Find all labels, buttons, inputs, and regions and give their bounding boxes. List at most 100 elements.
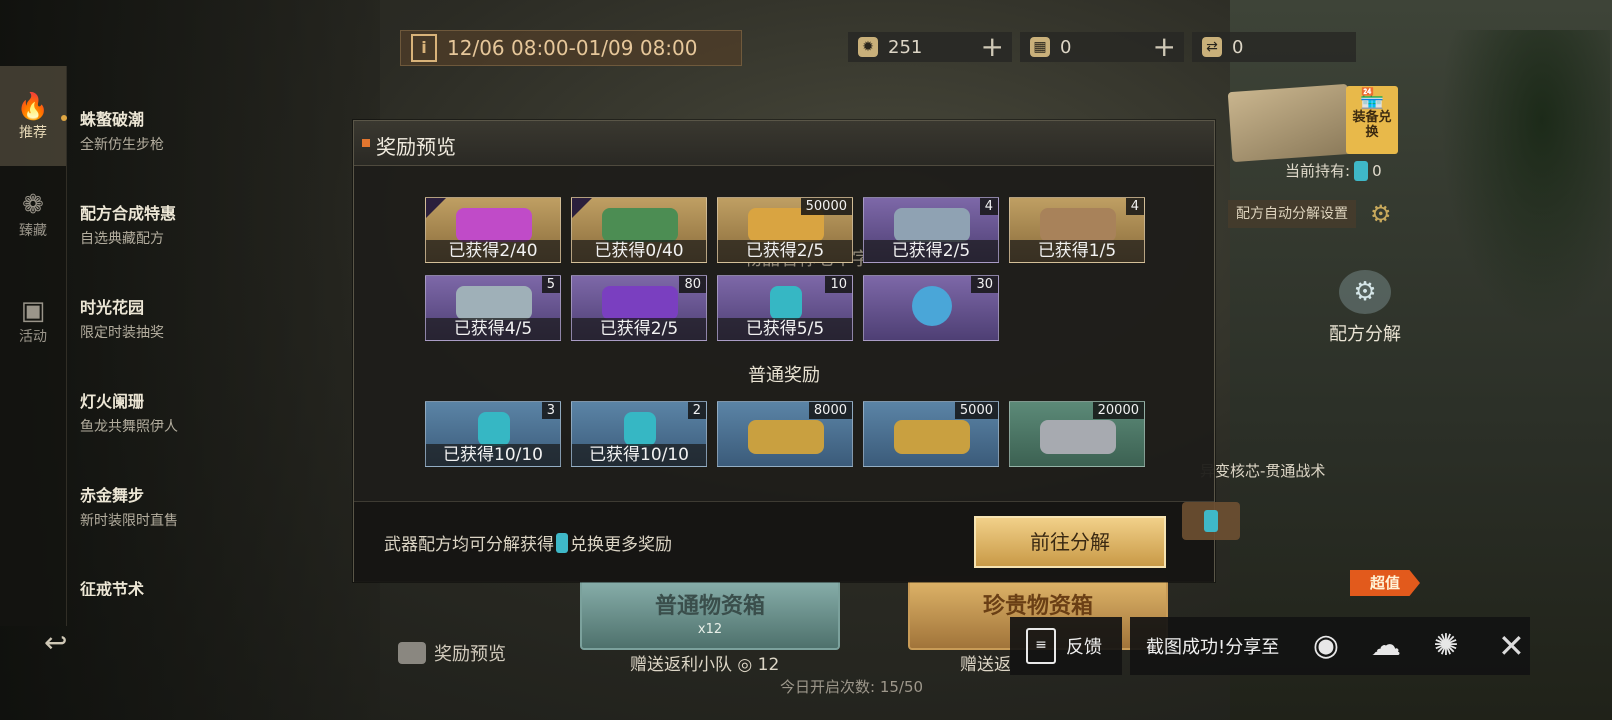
menu-item-partial[interactable]: 征戒节术 [80, 576, 340, 596]
item-count: 50000 [800, 198, 852, 215]
title-marker [362, 139, 370, 147]
tab-collection-label: 臻藏 [19, 223, 47, 239]
wechat-icon[interactable]: ☁ [1366, 626, 1406, 666]
add-currency-button[interactable]: + [1153, 32, 1176, 62]
tab-activity[interactable]: ▣ 活动 [0, 296, 66, 356]
reward-item[interactable]: 已获得2/40 [425, 197, 561, 263]
reward-item[interactable]: 10 已获得5/5 [717, 275, 853, 341]
recipe-decompose-button[interactable]: ⚙ 配方分解 [1320, 270, 1410, 346]
chip-icon [478, 412, 510, 446]
footer-hint-post: 兑换更多奖励 [570, 535, 672, 555]
reward-preview-dialog: 奖励预览 物品名称七个字 已获得2/40 已获得0/40 50000 已获得2/… [353, 120, 1215, 582]
shop-icon: 🏪 [1359, 86, 1385, 110]
daily-open-count: 今日开启次数: 15/50 [780, 678, 924, 696]
item-count: 30 [971, 276, 998, 293]
reward-scroll-list[interactable]: 物品名称七个字 已获得2/40 已获得0/40 50000 已获得2/5 4 已… [354, 165, 1214, 501]
palm-tree-decoration [1440, 30, 1610, 330]
reward-item[interactable]: 4 已获得1/5 [1009, 197, 1145, 263]
normal-box-title: 普通物资箱 [654, 594, 765, 619]
reward-item[interactable]: 20000 [1009, 401, 1145, 467]
reward-item[interactable]: 5000 [863, 401, 999, 467]
recipe-decompose-label: 配方分解 [1329, 324, 1401, 345]
blueprint-decoration [1227, 83, 1353, 163]
back-arrow-icon[interactable]: ↩ [44, 626, 67, 659]
menu-item-dance[interactable]: 赤金舞步 新时装限时直售 [80, 482, 340, 530]
auto-decompose-setting[interactable]: 配方自动分解设置 [1228, 200, 1356, 228]
molecule-icon [912, 286, 952, 326]
close-icon[interactable]: ✕ [1498, 627, 1525, 665]
item-count: 5 [541, 276, 560, 293]
reward-item[interactable]: 2 已获得10/10 [571, 401, 707, 467]
crystal-icon [602, 286, 678, 320]
feedback-button[interactable]: ≡ 反馈 [1010, 617, 1122, 675]
menu-item-subtitle: 限定时装抽奖 [80, 325, 164, 341]
gold-ore-icon [894, 420, 970, 454]
add-currency-button[interactable]: + [981, 32, 1004, 62]
item-count: 4 [1125, 198, 1144, 215]
obtained-progress: 已获得2/40 [426, 240, 560, 262]
chip-icon [770, 286, 802, 320]
currency-value: 0 [1060, 36, 1072, 58]
gear-icon[interactable]: ⚙ [1370, 200, 1392, 228]
reward-item[interactable]: 4 已获得2/5 [863, 197, 999, 263]
sun-gear-icon: ✹ [858, 37, 878, 57]
menu-item-spider[interactable]: 蛛螯破潮 全新仿生步枪 [80, 106, 340, 154]
tab-recommend[interactable]: 🔥 推荐 [0, 66, 66, 166]
item-count: 5000 [954, 402, 998, 419]
obtained-progress: 已获得1/5 [1010, 240, 1144, 262]
feedback-label: 反馈 [1066, 637, 1102, 658]
rose-icon: ❁ [22, 190, 44, 220]
obtained-progress: 已获得2/5 [718, 240, 852, 262]
reward-item[interactable]: 5 已获得4/5 [425, 275, 561, 341]
item-count: 4 [979, 198, 998, 215]
camera-shutter-icon[interactable]: ✺ [1426, 626, 1466, 666]
chip-icon [1204, 510, 1218, 532]
footer-hint-pre: 武器配方均可分解获得 [384, 535, 554, 555]
reward-preview-link[interactable]: 奖励预览 [398, 640, 506, 666]
event-time-banner: i 12/06 08:00-01/09 08:00 [400, 30, 742, 66]
flame-icon: 🔥 [16, 92, 50, 122]
reward-item[interactable]: 已获得0/40 [571, 197, 707, 263]
weibo-icon[interactable]: ◉ [1306, 626, 1346, 666]
obtained-progress: 已获得4/5 [426, 318, 560, 340]
chip-icon [1354, 160, 1369, 181]
rarity-flag [572, 198, 592, 218]
normal-supply-box[interactable]: 普通物资箱 x12 [580, 576, 840, 650]
menu-item-garden[interactable]: 时光花园 限定时装抽奖 [80, 294, 340, 342]
obtained-progress: 已获得2/5 [864, 240, 998, 262]
reward-item[interactable]: 8000 [717, 401, 853, 467]
reward-item[interactable]: 30 [863, 275, 999, 341]
go-decompose-button[interactable]: 前往分解 [974, 516, 1166, 568]
tab-activity-label: 活动 [19, 329, 47, 345]
sidebar: 🔥 推荐 ❁ 臻藏 ▣ 活动 [0, 66, 67, 626]
menu-item-recipe[interactable]: 配方合成特惠 自选典藏配方 [80, 200, 340, 248]
rare-box-title: 珍贵物资箱 [982, 594, 1093, 619]
tab-collection[interactable]: ❁ 臻藏 [0, 190, 66, 250]
reward-item[interactable]: 3 已获得10/10 [425, 401, 561, 467]
decompose-gear-icon: ⚙ [1339, 270, 1391, 314]
item-count: 20000 [1092, 402, 1144, 419]
obtained-progress: 已获得0/40 [572, 240, 706, 262]
equipment-exchange-button[interactable]: 🏪 装备兑换 [1346, 86, 1398, 154]
reward-item[interactable]: 50000 已获得2/5 [717, 197, 853, 263]
holding-display: 当前持有: 0 [1285, 160, 1382, 181]
item-count: 10 [825, 276, 852, 293]
menu-item-lantern[interactable]: 灯火阑珊 鱼龙共舞照伊人 [80, 388, 340, 436]
info-icon[interactable]: i [411, 34, 437, 62]
gift-left-label: 赠送返利小队 [630, 655, 732, 675]
menu-item-title: 蛛螯破潮 [80, 110, 145, 129]
holding-label: 当前持有: [1285, 162, 1351, 180]
weapon-icon [456, 208, 532, 242]
obtained-progress: 已获得2/5 [572, 318, 706, 340]
menu-item-subtitle: 新时装限时直售 [80, 513, 178, 529]
core-item-label: 异变核芯-贯通战术 [1200, 462, 1326, 480]
menu-item-subtitle: 自选典藏配方 [80, 231, 164, 247]
currency-token: ⇄ 0 [1192, 32, 1356, 62]
menu-item-title: 灯火阑珊 [80, 392, 145, 411]
normal-box-qty: x12 [697, 622, 723, 637]
currency-sun: ✹ 251 + [848, 32, 1012, 62]
dialog-title: 奖励预览 [376, 135, 456, 159]
reward-item[interactable]: 80 已获得2/5 [571, 275, 707, 341]
section-normal-rewards: 普通奖励 [748, 365, 820, 386]
menu-item-title: 征戒节术 [80, 580, 145, 596]
